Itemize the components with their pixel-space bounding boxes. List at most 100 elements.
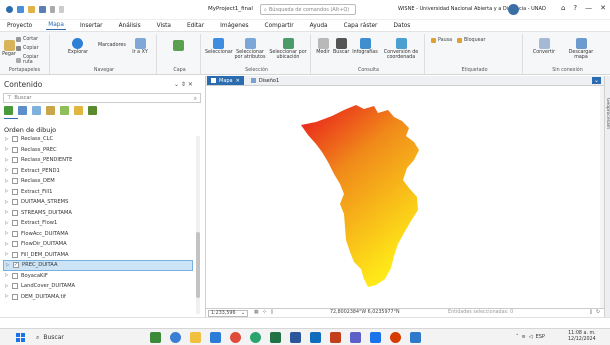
layer-item[interactable]: ▷ DUITAMA_STREMS (3, 197, 193, 208)
convert-button[interactable]: Convertir (529, 38, 559, 55)
layer-search-input[interactable]: ⊤ Buscar ⌕ (3, 93, 201, 103)
locate-button[interactable]: Buscar (333, 38, 349, 55)
save-icon[interactable] (39, 6, 46, 13)
widgets-icon[interactable] (150, 332, 161, 343)
expand-icon[interactable]: ▷ (5, 221, 9, 226)
explore-button[interactable]: Explorar (68, 38, 88, 55)
taskbar-search[interactable]: ⌕ Buscar (36, 332, 124, 343)
pane-controls[interactable]: ⌄ ⇕ ✕ (174, 81, 193, 88)
open-project-icon[interactable] (28, 6, 35, 13)
layer-item[interactable]: ▷ Extract_Fill1 (3, 187, 193, 198)
select-by-location-button[interactable]: Seleccionar por ubicación (269, 38, 307, 60)
tab-editar[interactable]: Editar (185, 22, 206, 30)
list-by-snapping-icon[interactable] (60, 106, 69, 115)
layer-item[interactable]: ▷ Reclass_PREC (3, 145, 193, 156)
teams-icon[interactable] (350, 332, 361, 343)
select-button[interactable]: Seleccionar (205, 38, 233, 55)
layer-visibility-checkbox[interactable]: ✓ (13, 262, 19, 269)
layer-visibility-checkbox[interactable] (12, 136, 18, 143)
bookmarks-button[interactable]: Marcadores (98, 43, 126, 48)
chevron-up-icon[interactable]: ˄ (516, 334, 519, 340)
tab-mapa[interactable]: Mapa (46, 21, 66, 30)
layer-item[interactable]: ▷ Extract_PEND1 (3, 166, 193, 177)
redo-icon[interactable] (59, 6, 64, 13)
close-button[interactable]: ✕ (600, 4, 606, 12)
windows-start-icon[interactable] (16, 333, 25, 342)
layer-item[interactable]: ▷ FlowDir_DUITAMA (3, 239, 193, 250)
expand-icon[interactable]: ▷ (5, 137, 9, 142)
office-icon[interactable] (390, 332, 401, 343)
layer-item[interactable]: ▷ LandCover_DUITAMA (3, 281, 193, 292)
expand-icon[interactable]: ▷ (5, 168, 9, 173)
scrollbar-thumb[interactable] (196, 232, 200, 298)
tab-imágenes[interactable]: Imágenes (218, 22, 250, 30)
copy-button[interactable]: Copiar (16, 46, 39, 51)
layer-list-scrollbar[interactable] (196, 136, 200, 314)
chrome-icon[interactable] (230, 332, 241, 343)
new-project-icon[interactable] (17, 6, 24, 13)
measure-button[interactable]: Medir (315, 38, 331, 55)
layer-item[interactable]: ▷ Extract_Flow1 (3, 218, 193, 229)
powerpoint-icon[interactable] (330, 332, 341, 343)
go-to-xy-button[interactable]: Ir a XY (130, 38, 150, 55)
layer-item[interactable]: ▷ BoyacaKiF (3, 271, 193, 282)
layer-visibility-checkbox[interactable] (12, 251, 18, 258)
list-by-source-icon[interactable] (18, 106, 27, 115)
layer-visibility-checkbox[interactable] (12, 241, 18, 248)
expand-icon[interactable]: ▷ (6, 263, 10, 268)
file-explorer-icon[interactable] (190, 332, 201, 343)
layer-visibility-checkbox[interactable] (12, 220, 18, 227)
chevron-down-icon[interactable]: ⌄ (591, 77, 601, 84)
expand-icon[interactable]: ▷ (5, 158, 9, 163)
layer-visibility-checkbox[interactable] (12, 209, 18, 216)
excel-icon[interactable] (270, 332, 281, 343)
tab-insertar[interactable]: Insertar (78, 22, 105, 30)
expand-icon[interactable]: ▷ (5, 210, 9, 215)
minimize-button[interactable]: — (585, 4, 592, 12)
expand-icon[interactable]: ▷ (5, 200, 9, 205)
store-icon[interactable] (210, 332, 221, 343)
list-by-labeling-icon[interactable] (74, 106, 83, 115)
onedrive-icon[interactable] (370, 332, 381, 343)
list-by-perspective-icon[interactable] (88, 106, 97, 115)
pause-drawing-icon[interactable]: ∥ (590, 310, 592, 315)
layer-visibility-checkbox[interactable] (12, 146, 18, 153)
tab-datos[interactable]: Datos (391, 22, 412, 30)
pause-labeling-button[interactable]: Pausa (431, 38, 452, 43)
filter-icon[interactable]: ⊤ (7, 95, 11, 101)
layer-visibility-checkbox[interactable] (12, 157, 18, 164)
layer-visibility-checkbox[interactable] (12, 199, 18, 206)
tab-ayuda[interactable]: Ayuda (308, 22, 330, 30)
layer-visibility-checkbox[interactable] (12, 178, 18, 185)
layer-item[interactable]: ▷ STREAMS_DUITAMA (3, 208, 193, 219)
copilot-icon[interactable] (170, 332, 181, 343)
wifi-icon[interactable]: ≋ (522, 334, 526, 340)
layer-item[interactable]: ▷ DEM_DUITAMA.tif (3, 292, 193, 303)
layer-item[interactable]: ▷ ✓ PREC_DUITAA (3, 260, 193, 271)
expand-icon[interactable]: ▷ (5, 294, 9, 299)
scale-selector[interactable]: 1:233,596 ⌄ (208, 310, 248, 317)
grid-icon[interactable]: ▦ (254, 310, 259, 315)
map-canvas[interactable] (206, 86, 604, 308)
input-language[interactable]: ESP (536, 334, 545, 340)
expand-icon[interactable]: ▷ (5, 231, 9, 236)
layer-visibility-checkbox[interactable] (12, 188, 18, 195)
edge-icon[interactable] (250, 332, 261, 343)
word-icon[interactable] (290, 332, 301, 343)
notification-icon[interactable]: ⌂ (561, 4, 565, 12)
expand-icon[interactable]: ▷ (5, 179, 9, 184)
tab-map[interactable]: Mapa ✕ (207, 76, 244, 85)
signed-in-user[interactable]: WISNE - Universidad Nacional Abierta y a… (398, 6, 546, 12)
expand-icon[interactable]: ▷ (5, 273, 9, 278)
help-button[interactable]: ? (573, 4, 577, 12)
close-tab-icon[interactable]: ✕ (236, 78, 240, 84)
volume-icon[interactable]: ◁ (529, 334, 533, 340)
add-data-icon[interactable] (173, 40, 184, 51)
infographics-button[interactable]: Infografías (351, 38, 379, 55)
tab-compartir[interactable]: Compartir (263, 22, 296, 30)
avatar[interactable] (508, 4, 519, 15)
expand-icon[interactable]: ▷ (5, 147, 9, 152)
refresh-icon[interactable]: ↻ (596, 310, 600, 315)
layer-visibility-checkbox[interactable] (12, 272, 18, 279)
select-by-attributes-button[interactable]: Seleccionar por atributos (233, 38, 267, 60)
